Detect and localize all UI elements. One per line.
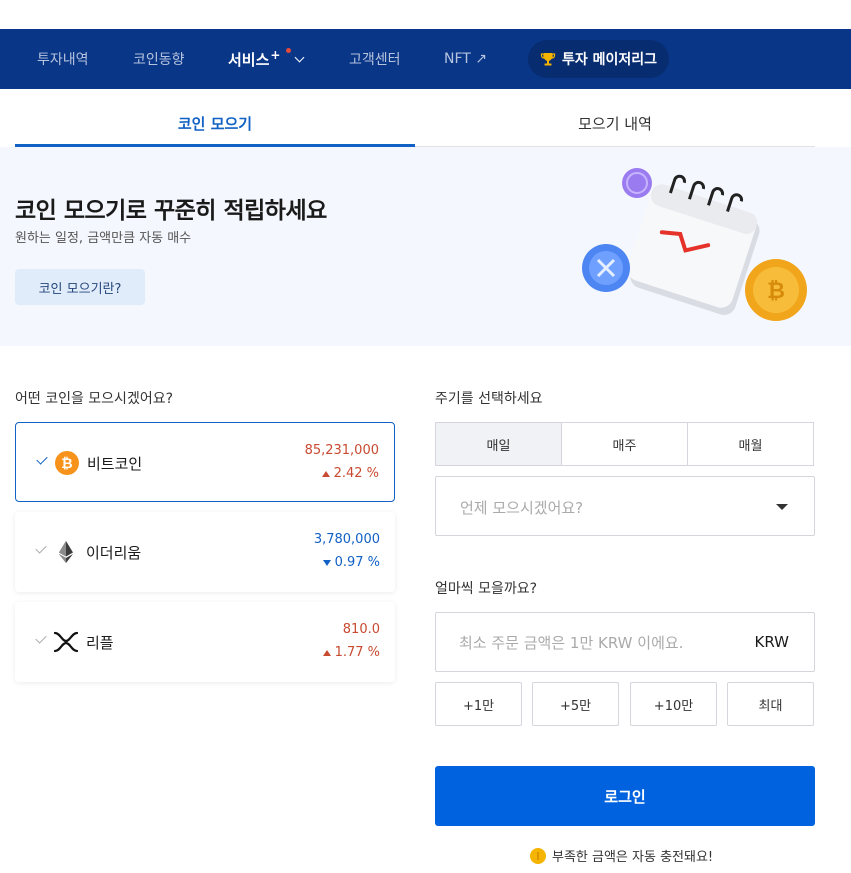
nav-item-services[interactable]: 서비스 + — [228, 29, 305, 89]
coin-price: 810.0 — [342, 622, 380, 637]
nav-label: NFT ↗ — [444, 51, 488, 67]
schedule-placeholder: 언제 모으시겠어요? — [460, 499, 584, 517]
arrow-up-icon — [321, 470, 330, 477]
hero-banner: 코인 모으기로 꾸준히 적립하세요 원하는 일정, 금액만큼 자동 매수 코인 … — [0, 147, 851, 346]
notice-text: 부족한 금액은 자동 충전돼요! — [552, 850, 714, 865]
period-monthly-button[interactable]: 매월 — [688, 423, 813, 465]
amount-question-label: 얼마씩 모을까요? — [435, 581, 538, 597]
arrow-down-icon — [322, 559, 331, 566]
nav-superscript: + — [270, 48, 281, 62]
period-weekly-button[interactable]: 매주 — [562, 423, 688, 465]
top-navigation: 투자내역 코인동향 서비스 + 고객센터 NFT ↗ 투자 메이저리그 — [0, 29, 851, 89]
coin-option-bitcoin[interactable]: ₿ 비트코인 85,231,000 2.42 % — [15, 422, 395, 502]
period-daily-button[interactable]: 매일 — [436, 423, 562, 465]
coin-question-label: 어떤 코인을 모으시겠어요? — [15, 391, 174, 407]
coin-option-xrp[interactable]: 리플 810.0 1.77 % — [15, 602, 395, 682]
chevron-down-icon — [295, 52, 305, 62]
xrp-icon — [54, 631, 78, 653]
coin-change: 0.97 % — [322, 555, 380, 570]
add-100k-button[interactable]: +10만 — [630, 682, 717, 726]
max-amount-button[interactable]: 최대 — [727, 682, 814, 726]
coin-name: 비트코인 — [87, 455, 143, 473]
login-button[interactable]: 로그인 — [435, 766, 815, 826]
nav-item-coin-trends[interactable]: 코인동향 — [133, 29, 185, 89]
coin-name: 이더리움 — [86, 544, 142, 562]
add-10k-button[interactable]: +1만 — [435, 682, 522, 726]
coin-change-value: 0.97 % — [334, 555, 380, 570]
coin-option-ethereum[interactable]: 이더리움 3,780,000 0.97 % — [15, 512, 395, 592]
trophy-icon — [540, 53, 556, 66]
tab-label: 모으기 내역 — [578, 115, 652, 133]
coin-change: 2.42 % — [321, 466, 379, 481]
check-icon — [36, 453, 48, 465]
coin-price: 85,231,000 — [304, 443, 379, 458]
coin-icon — [530, 847, 546, 864]
period-selector: 매일 매주 매월 — [435, 422, 814, 466]
tab-label: 코인 모으기 — [177, 115, 253, 133]
tab-collect-history[interactable]: 모으기 내역 — [415, 103, 815, 146]
bitcoin-icon: ₿ — [55, 451, 79, 475]
investment-league-button[interactable]: 투자 메이저리그 — [528, 40, 670, 78]
currency-unit: KRW — [754, 633, 789, 651]
svg-text:₿: ₿ — [61, 456, 72, 472]
tab-coin-collect[interactable]: 코인 모으기 — [15, 103, 415, 147]
check-icon — [35, 542, 47, 554]
arrow-up-icon — [322, 649, 331, 656]
auto-charge-notice: 부족한 금액은 자동 충전돼요! — [530, 846, 713, 865]
coin-change: 1.77 % — [322, 645, 380, 660]
amount-input[interactable] — [459, 631, 739, 655]
hero-title: 코인 모으기로 꾸준히 적립하세요 — [15, 198, 327, 224]
coin-change-value: 2.42 % — [333, 466, 379, 481]
ethereum-icon — [59, 541, 73, 563]
nav-item-investments[interactable]: 투자내역 — [37, 29, 89, 89]
svg-text:₿: ₿ — [767, 279, 785, 304]
hero-subtitle: 원하는 일정, 금액만큼 자동 매수 — [15, 231, 192, 246]
caret-down-icon — [776, 504, 788, 510]
coin-change-value: 1.77 % — [334, 645, 380, 660]
nav-label: 고객센터 — [349, 52, 401, 68]
schedule-dropdown[interactable]: 언제 모으시겠어요? — [435, 476, 815, 536]
add-50k-button[interactable]: +5만 — [532, 682, 619, 726]
nav-item-nft[interactable]: NFT ↗ — [444, 29, 487, 89]
amount-field: KRW — [435, 612, 815, 672]
nav-item-support[interactable]: 고객센터 — [349, 29, 401, 89]
league-label: 투자 메이저리그 — [562, 52, 658, 68]
nav-label: 서비스 — [228, 50, 270, 69]
calendar-coins-illustration: ₿ — [582, 168, 807, 321]
period-question-label: 주기를 선택하세요 — [435, 391, 543, 407]
notification-dot — [286, 48, 291, 53]
coin-price: 3,780,000 — [313, 532, 380, 547]
check-icon — [35, 632, 47, 644]
tab-bar: 코인 모으기 모으기 내역 — [15, 103, 815, 147]
nav-label: 코인동향 — [133, 52, 185, 68]
nav-label: 투자내역 — [37, 52, 89, 68]
what-is-coin-collect-button[interactable]: 코인 모으기란? — [15, 269, 145, 305]
coin-name: 리플 — [86, 634, 114, 652]
